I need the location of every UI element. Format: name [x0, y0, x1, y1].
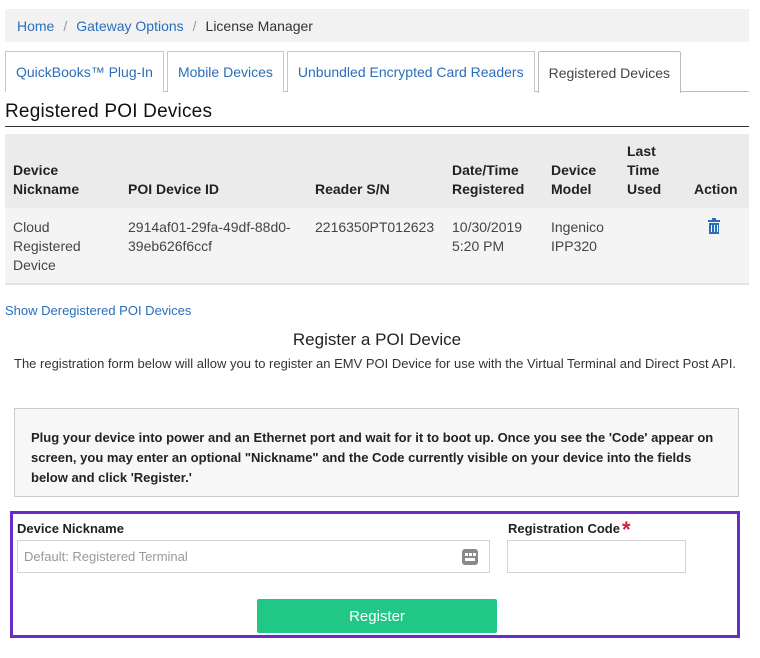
tab-bar: QuickBooks™ Plug-In Mobile Devices Unbun… — [5, 51, 749, 93]
tab-quickbooks-plugin[interactable]: QuickBooks™ Plug-In — [5, 51, 164, 92]
registration-code-label-text: Registration Code — [508, 521, 620, 536]
cell-reader-sn: 2216350PT012623 — [307, 208, 444, 284]
col-header-last-used: Last Time Used — [619, 134, 686, 208]
breadcrumb-home-link[interactable]: Home — [17, 18, 54, 34]
register-title: Register a POI Device — [292, 330, 462, 349]
section-title: Registered POI Devices — [5, 101, 749, 127]
tab-registered-devices[interactable]: Registered Devices — [537, 51, 681, 93]
col-header-reader-sn: Reader S/N — [307, 134, 444, 208]
cell-last-used — [619, 208, 686, 284]
registration-instructions: Plug your device into power and an Ether… — [14, 408, 739, 497]
col-header-nickname: Device Nickname — [5, 134, 120, 208]
show-deregistered-link[interactable]: Show Deregistered POI Devices — [5, 303, 191, 318]
device-nickname-label: Device Nickname — [17, 521, 124, 536]
breadcrumb: Home / Gateway Options / License Manager — [5, 9, 749, 42]
device-nickname-input[interactable] — [17, 540, 490, 573]
registered-devices-table: Device Nickname POI Device ID Reader S/N… — [5, 134, 749, 285]
breadcrumb-separator: / — [63, 17, 68, 34]
cell-action — [686, 208, 749, 284]
register-description: The registration form below will allow y… — [14, 356, 737, 371]
cell-date: 10/30/2019 5:20 PM — [444, 208, 543, 284]
table-header-row: Device Nickname POI Device ID Reader S/N… — [5, 134, 749, 208]
tab-mobile-devices[interactable]: Mobile Devices — [166, 51, 284, 92]
trash-icon[interactable] — [708, 218, 720, 234]
cell-poi-id: 2914af01-29fa-49df-88d0-39eb626f6ccf — [120, 208, 307, 284]
table-row: Cloud Registered Device 2914af01-29fa-49… — [5, 208, 749, 284]
breadcrumb-gateway-options-link[interactable]: Gateway Options — [76, 18, 183, 34]
col-header-model: Device Model — [543, 134, 619, 208]
breadcrumb-current: License Manager — [205, 17, 313, 34]
col-header-date: Date/Time Registered — [444, 134, 543, 208]
tab-unbundled-card-readers[interactable]: Unbundled Encrypted Card Readers — [286, 51, 535, 92]
required-marker: * — [621, 517, 631, 542]
registration-code-input[interactable] — [507, 540, 686, 573]
registration-code-label: Registration Code* — [508, 519, 631, 541]
breadcrumb-separator: / — [192, 17, 197, 34]
register-button[interactable]: Register — [257, 599, 497, 633]
keyboard-icon[interactable] — [462, 549, 478, 565]
col-header-poi-id: POI Device ID — [120, 134, 307, 208]
cell-model: Ingenico IPP320 — [543, 208, 619, 284]
col-header-action: Action — [686, 134, 749, 208]
cell-nickname: Cloud Registered Device — [5, 208, 120, 284]
registration-form: Device Nickname Registration Code* Regis… — [10, 511, 740, 638]
